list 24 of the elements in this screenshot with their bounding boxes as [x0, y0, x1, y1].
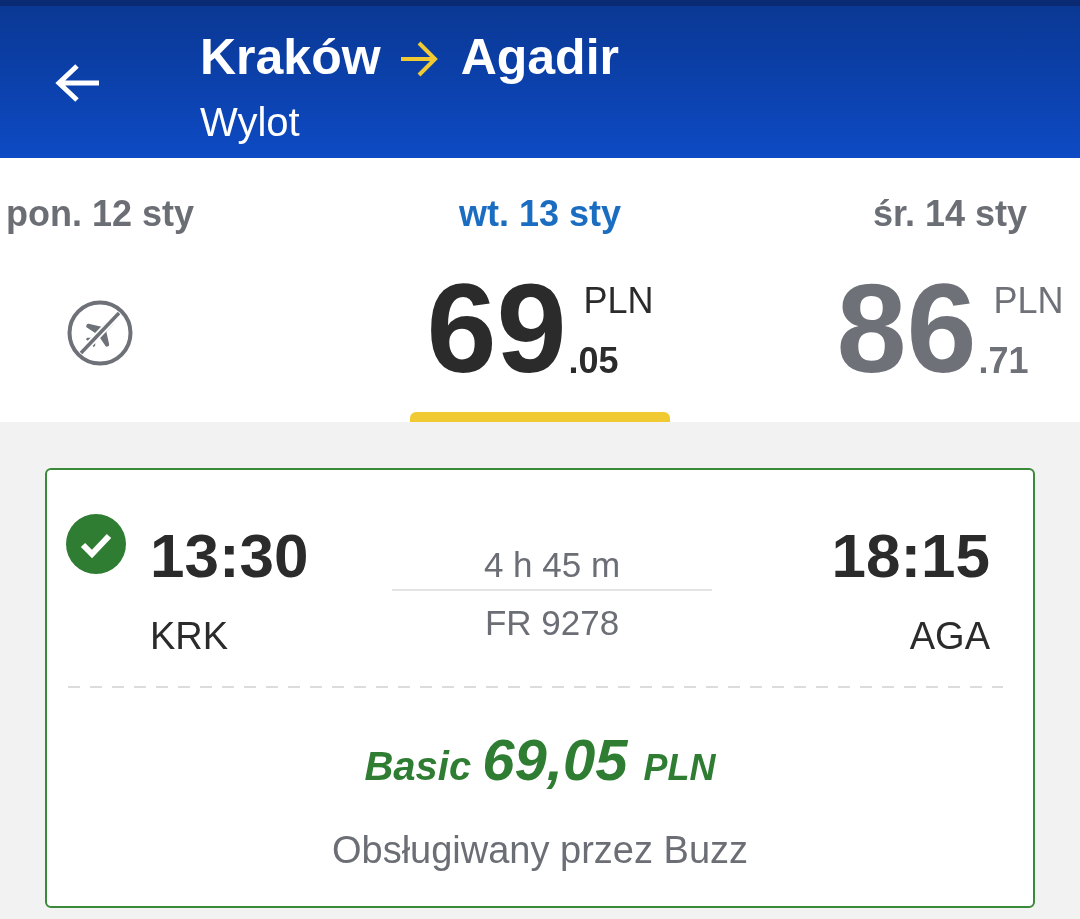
destination-city: Agadir [460, 28, 619, 87]
flight-number: FR 9278 [484, 602, 620, 644]
back-arrow-icon [54, 63, 100, 103]
origin-city: Kraków [200, 28, 381, 87]
price-currency: PLN [583, 283, 654, 319]
price-whole: 69 [426, 266, 567, 392]
arrival-airport: AGA [909, 614, 990, 659]
departure-airport: KRK [150, 614, 229, 659]
departure-time: 13:30 [150, 520, 309, 592]
date-tab[interactable]: śr. 14 sty [872, 192, 1028, 236]
date-tab[interactable]: pon. 12 sty [5, 192, 195, 236]
flight-card[interactable]: 13:30 KRK 4 h 45 m FR 9278 18:15 AGA Basic 69,05 PLN Obsługiwany przez Buzz [45, 468, 1035, 908]
fare-price: Basic 69,05 PLN [364, 726, 716, 794]
date-tab[interactable]: wt. 13 sty [458, 192, 622, 236]
operator-label: Obsługiwany przez Buzz [331, 828, 749, 872]
arrival-time: 18:15 [831, 520, 990, 592]
price-decimal: .71 [978, 343, 1029, 379]
header-subtitle: Wylot [200, 99, 300, 146]
arrow-right-icon [400, 41, 439, 77]
no-flights-plane-icon [67, 300, 133, 366]
flight-duration: 4 h 45 m [483, 544, 621, 586]
price-currency: PLN [993, 283, 1064, 319]
price-whole: 86 [836, 266, 977, 392]
price-decimal: .05 [568, 343, 619, 379]
